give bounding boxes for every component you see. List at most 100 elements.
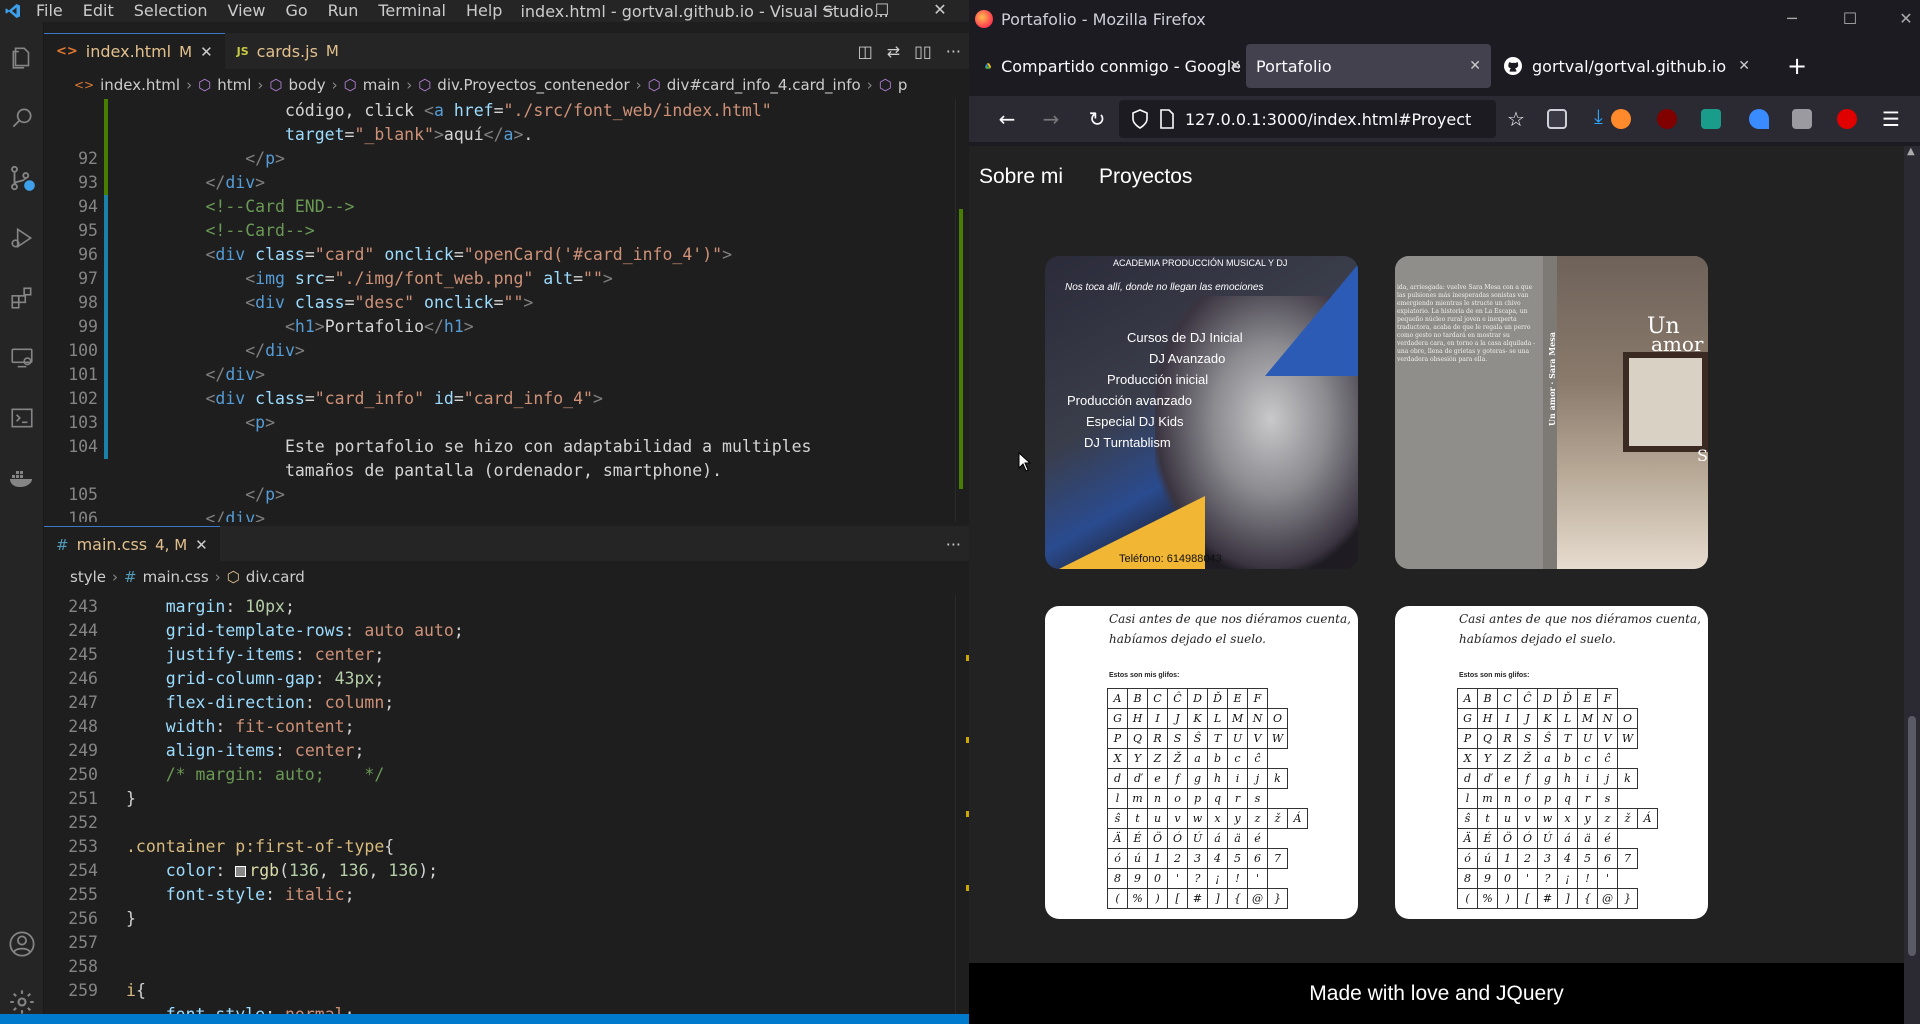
code-line[interactable]: 102 <div class="card_info" id="card_info… xyxy=(44,387,969,411)
youtube-extension-icon[interactable] xyxy=(1837,109,1857,129)
tab-portafolio[interactable]: Portafolio ✕ xyxy=(1246,44,1491,88)
tab-close-icon[interactable]: ✕ xyxy=(200,43,213,61)
extension-icon[interactable] xyxy=(1611,109,1631,129)
code-line[interactable]: 249 align-items: center; xyxy=(44,739,969,763)
breadcrumb-item[interactable]: style xyxy=(70,568,106,586)
menu-selection[interactable]: Selection xyxy=(124,0,218,22)
menu-help[interactable]: Help xyxy=(456,0,512,22)
tab-close-icon[interactable]: ✕ xyxy=(195,536,208,554)
project-card-book[interactable]: ida, arriesgada: vuelve Sara Mesa con a … xyxy=(1395,256,1708,569)
reload-icon[interactable]: ↻ xyxy=(1081,104,1113,134)
code-line[interactable]: 247 flex-direction: column; xyxy=(44,691,969,715)
page-scrollbar[interactable]: ▲ xyxy=(1904,146,1920,1024)
more-actions-icon[interactable]: ··· xyxy=(946,42,961,61)
scroll-up-arrow-icon[interactable]: ▲ xyxy=(1907,146,1915,157)
code-line[interactable]: 259 i{ xyxy=(44,979,969,1003)
code-line[interactable]: 103 <p> xyxy=(44,411,969,435)
ublock-icon[interactable] xyxy=(1657,109,1677,129)
code-line[interactable]: 104 Este portafolio se hizo con adaptabi… xyxy=(44,435,969,459)
breadcrumb-item[interactable]: index.html xyxy=(100,76,180,94)
css-editor-scrollbar[interactable] xyxy=(955,595,969,1014)
open-preview-icon[interactable]: ◫ xyxy=(858,42,873,61)
url-bar[interactable]: 127.0.0.1:3000/index.html#Proyect xyxy=(1119,100,1496,138)
extension-s-icon[interactable] xyxy=(1701,109,1721,129)
breadcrumb-item[interactable]: main xyxy=(363,76,400,94)
forward-arrow-icon[interactable]: → xyxy=(1035,104,1067,134)
breadcrumb-item[interactable]: main.css xyxy=(143,568,209,586)
menu-edit[interactable]: Edit xyxy=(73,0,124,22)
minimize-icon[interactable]: ─ xyxy=(1763,0,1821,38)
maximize-icon[interactable]: ☐ xyxy=(860,0,904,22)
hamburger-menu-icon[interactable]: ☰ xyxy=(1875,104,1907,134)
docker-icon[interactable] xyxy=(0,456,44,500)
extensions-icon[interactable] xyxy=(0,276,44,320)
tab-close-icon[interactable]: ✕ xyxy=(1469,58,1481,74)
tab-close-icon[interactable]: ✕ xyxy=(1229,58,1241,74)
code-line[interactable]: 248 width: fit-content; xyxy=(44,715,969,739)
close-icon[interactable]: ✕ xyxy=(918,0,962,22)
code-line[interactable]: 101 </div> xyxy=(44,363,969,387)
tab-index-html[interactable]: <> index.html M ✕ xyxy=(44,33,225,69)
code-line[interactable]: 98 <div class="desc" onclick=""> xyxy=(44,291,969,315)
extension-box-icon[interactable] xyxy=(1792,109,1812,129)
tab-google-drive[interactable]: Compartido conmigo - Google ✕ xyxy=(975,44,1251,88)
css-editor[interactable]: 243 margin: 10px; 244 grid-template-rows:… xyxy=(44,595,969,1014)
breadcrumb-item[interactable]: html xyxy=(217,76,251,94)
code-line[interactable]: tamaños de pantalla (ordenador, smartpho… xyxy=(44,459,969,483)
code-line[interactable]: 258 xyxy=(44,955,969,979)
code-line[interactable]: 243 margin: 10px; xyxy=(44,595,969,619)
run-debug-icon[interactable] xyxy=(0,216,44,260)
code-line[interactable]: 99 <h1>Portafolio</h1> xyxy=(44,315,969,339)
code-line[interactable]: 252 xyxy=(44,811,969,835)
explorer-icon[interactable] xyxy=(0,36,44,80)
menu-terminal[interactable]: Terminal xyxy=(368,0,456,22)
menu-file[interactable]: File xyxy=(26,0,73,22)
extension-gem-icon[interactable] xyxy=(1749,109,1769,129)
code-line[interactable]: 245 justify-items: center; xyxy=(44,643,969,667)
scrollbar-thumb[interactable] xyxy=(1908,716,1916,956)
menu-go[interactable]: Go xyxy=(275,0,317,22)
menu-view[interactable]: View xyxy=(218,0,276,22)
tab-cards-js[interactable]: JS cards.js M xyxy=(225,33,351,69)
code-line[interactable]: 92 </p> xyxy=(44,147,969,171)
extension-puzzle-icon[interactable] xyxy=(1547,109,1567,129)
tab-github[interactable]: gortval/gortval.github.io ✕ xyxy=(1494,44,1760,88)
code-line[interactable]: 95 <!--Card--> xyxy=(44,219,969,243)
breadcrumb-item[interactable]: p xyxy=(898,76,908,94)
back-arrow-icon[interactable]: ← xyxy=(991,104,1023,134)
source-control-icon[interactable] xyxy=(0,156,44,200)
project-card-font[interactable]: Casi antes de que nos diéramos cuenta, h… xyxy=(1395,606,1708,919)
close-icon[interactable]: ✕ xyxy=(1877,0,1920,38)
code-line[interactable]: 246 grid-column-gap: 43px; xyxy=(44,667,969,691)
maximize-icon[interactable]: ☐ xyxy=(1821,0,1879,38)
search-icon[interactable] xyxy=(0,96,44,140)
new-tab-plus-icon[interactable]: + xyxy=(1787,52,1807,80)
code-line[interactable]: 94 <!--Card END--> xyxy=(44,195,969,219)
remote-explorer-icon[interactable] xyxy=(0,336,44,380)
code-line[interactable]: target="_blank">aquí</a>. xyxy=(44,123,969,147)
code-line[interactable]: 105 </p> xyxy=(44,483,969,507)
menu-run[interactable]: Run xyxy=(318,0,369,22)
breadcrumb-item[interactable]: div#card_info_4.card_info xyxy=(667,76,861,94)
account-icon[interactable] xyxy=(0,922,44,966)
tab-close-icon[interactable]: ✕ xyxy=(1738,58,1750,74)
minimize-icon[interactable]: ─ xyxy=(806,0,850,22)
code-line[interactable]: font-style: normal; xyxy=(44,1003,969,1014)
code-line[interactable]: 255 font-style: italic; xyxy=(44,883,969,907)
nav-link-sobre-mi[interactable]: Sobre mi xyxy=(979,165,1063,189)
nav-link-proyectos[interactable]: Proyectos xyxy=(1099,165,1192,189)
code-line[interactable]: 244 grid-template-rows: auto auto; xyxy=(44,619,969,643)
code-line[interactable]: 251} xyxy=(44,787,969,811)
split-editor-icon[interactable]: ▯▯ xyxy=(914,42,932,61)
breadcrumb-item[interactable]: body xyxy=(288,76,325,94)
code-line[interactable]: 254 color: rgb(136, 136, 136); xyxy=(44,859,969,883)
breadcrumb-item[interactable]: div.Proyectos_contenedor xyxy=(437,76,629,94)
terminal-icon[interactable] xyxy=(0,396,44,440)
breadcrumb-item[interactable]: div.card xyxy=(246,568,305,586)
code-line[interactable]: 256} xyxy=(44,907,969,931)
html-editor[interactable]: código, click <a href="./src/font_web/in… xyxy=(44,99,969,522)
code-line[interactable]: 257 xyxy=(44,931,969,955)
project-card-dj[interactable]: ACADEMIA PRODUCCIÓN MUSICAL Y DJ Nos toc… xyxy=(1045,256,1358,569)
code-line[interactable]: 100 </div> xyxy=(44,339,969,363)
bookmark-star-icon[interactable]: ☆ xyxy=(1500,104,1532,134)
